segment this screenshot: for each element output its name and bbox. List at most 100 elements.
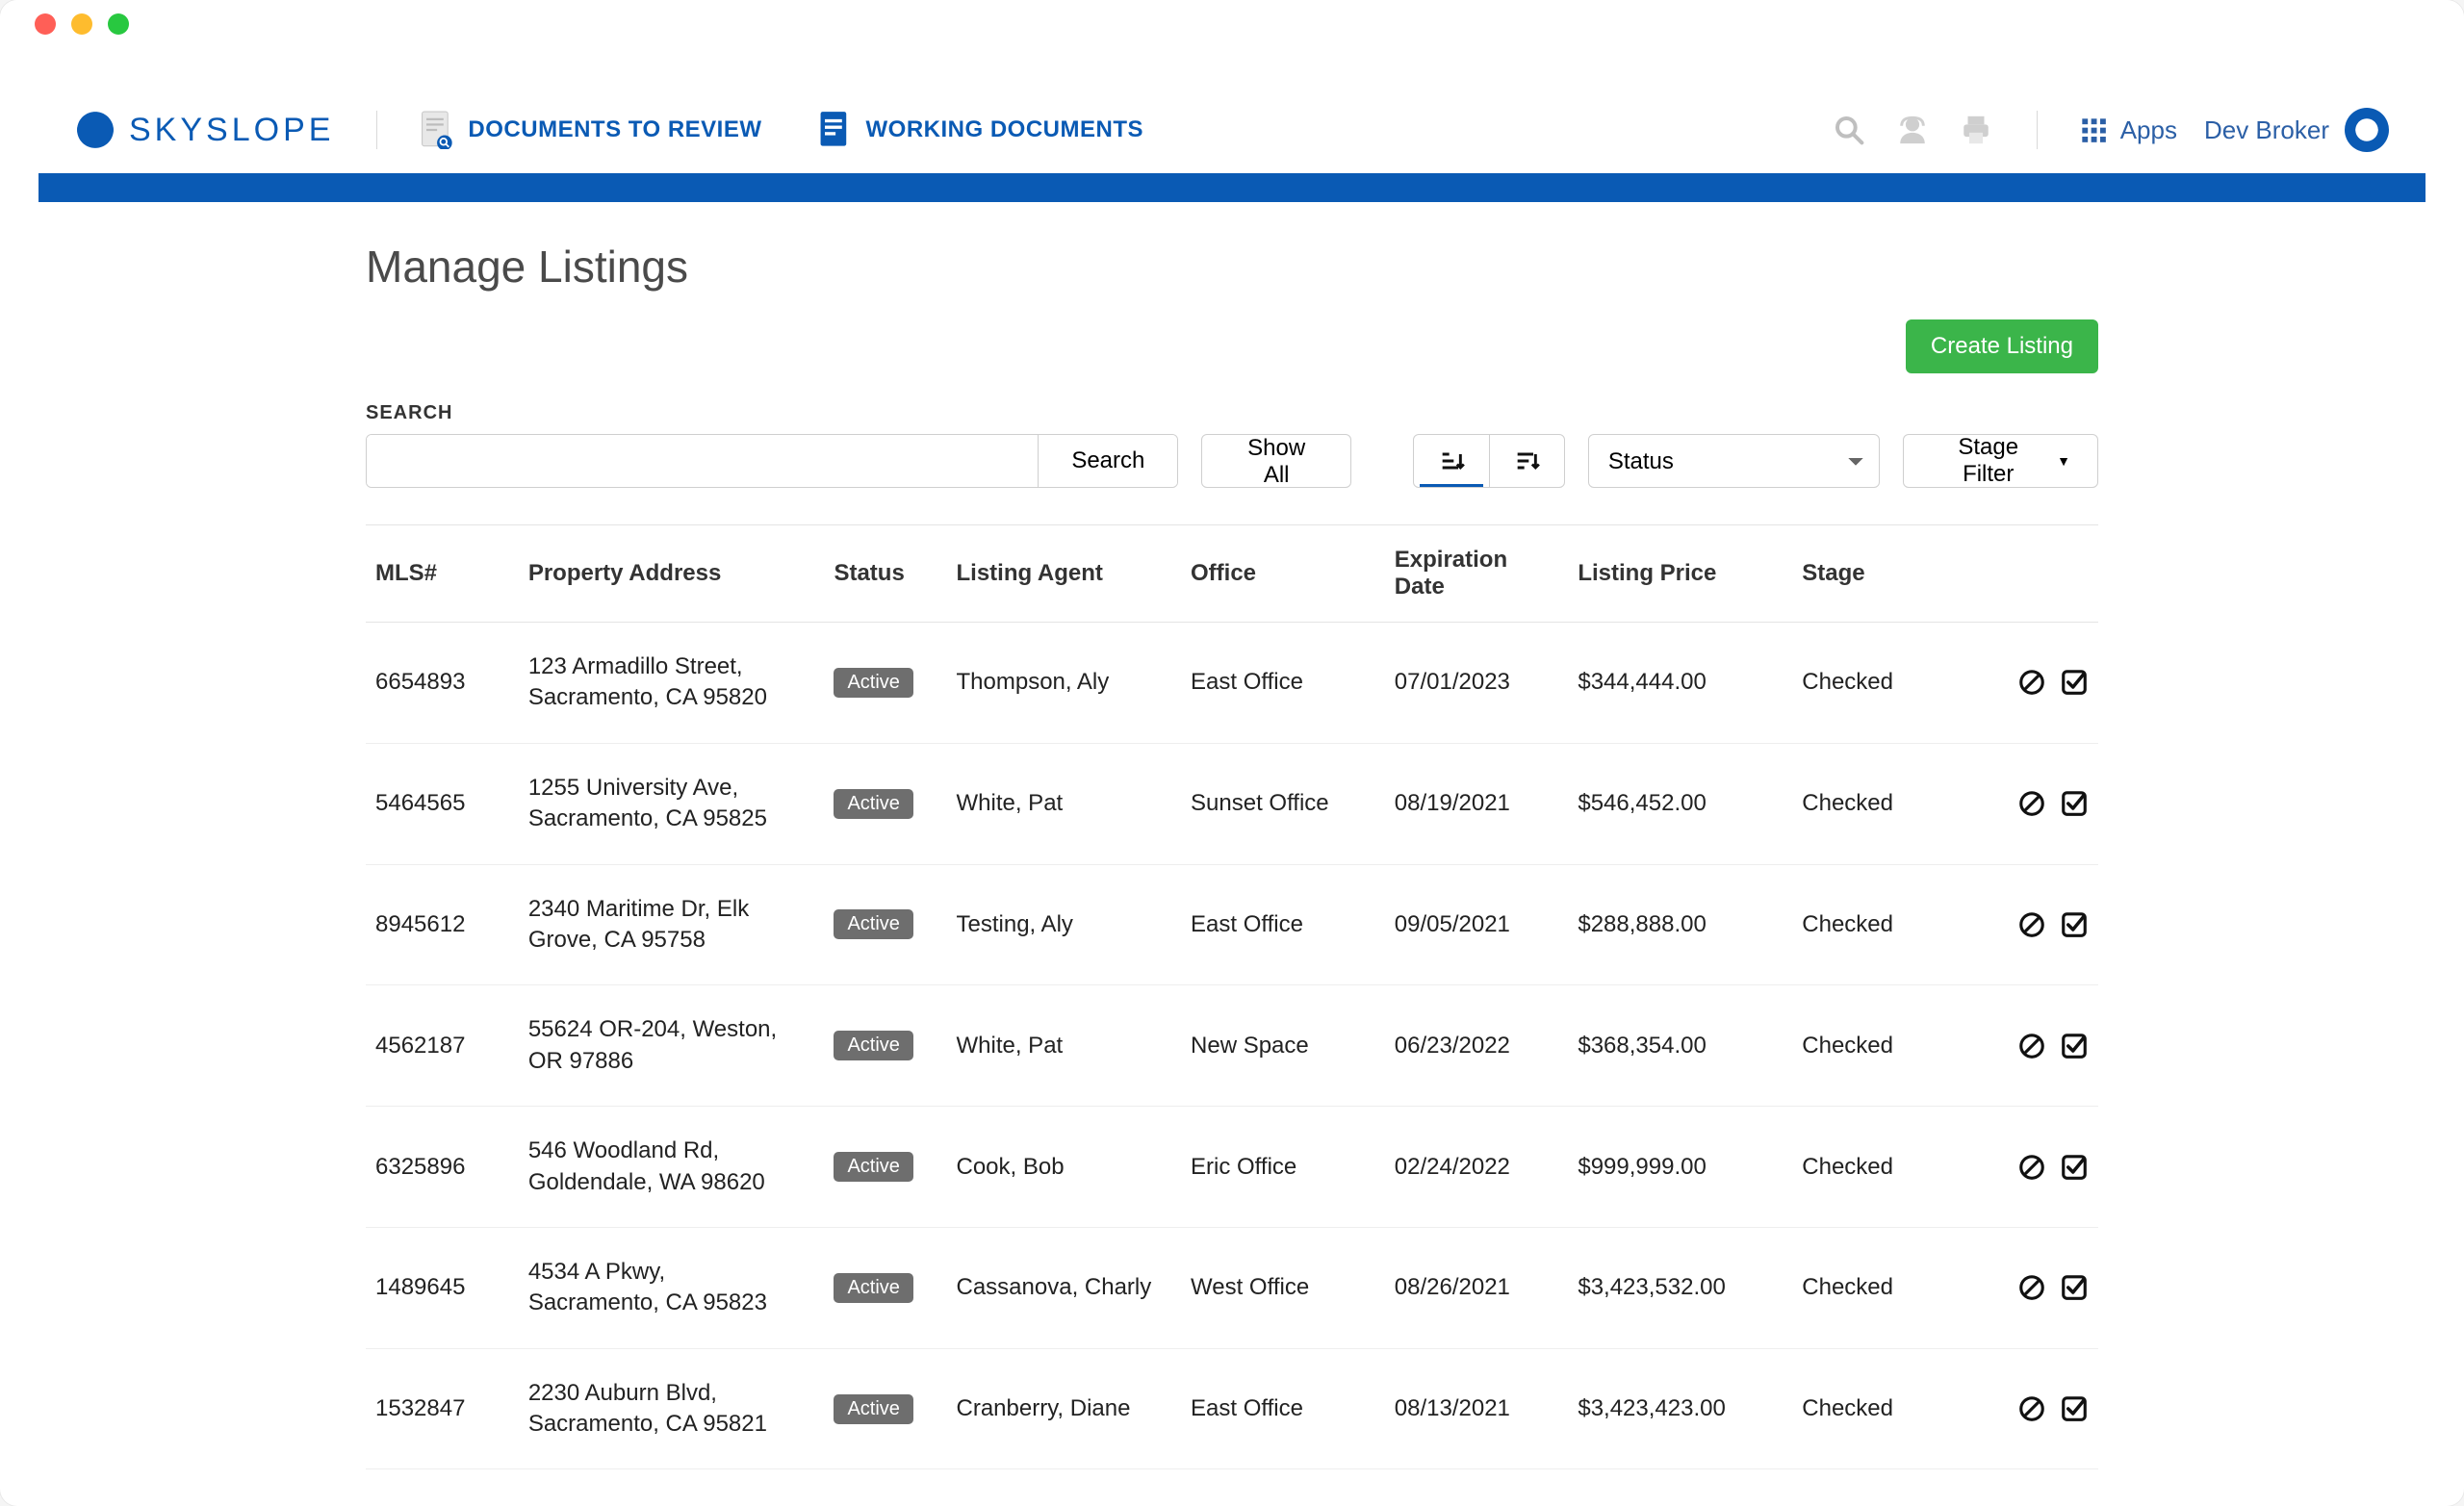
cell-status: Active <box>824 1227 946 1348</box>
cell-agent: White, Pat <box>947 985 1182 1107</box>
brand-logo-icon <box>75 110 116 150</box>
cell-stage: Checked <box>1792 864 1976 985</box>
th-price[interactable]: Listing Price <box>1568 525 1792 623</box>
cancel-icon <box>2017 1394 2046 1423</box>
approve-listing-button[interactable] <box>2060 910 2089 939</box>
nav-working-documents[interactable]: WORKING DOCUMENTS <box>818 111 1143 149</box>
cell-stage: Checked <box>1792 1348 1976 1469</box>
cell-actions <box>1976 623 2098 744</box>
table-row: 6325896 546 Woodland Rd, Goldendale, WA … <box>366 1107 2098 1228</box>
approve-listing-button[interactable] <box>2060 789 2089 818</box>
cell-stage: Checked <box>1792 1227 1976 1348</box>
cell-stage: Checked <box>1792 1469 1976 1487</box>
cell-actions <box>1976 1348 2098 1469</box>
cell-agent: Cook, Bob <box>947 1107 1182 1228</box>
cell-mls: 5464565 <box>366 743 519 864</box>
show-all-button[interactable]: Show All <box>1201 434 1351 488</box>
approve-listing-button[interactable] <box>2060 1273 2089 1302</box>
table-row: 1532847 2230 Auburn Blvd, Sacramento, CA… <box>366 1348 2098 1469</box>
controls-row: Search Show All <box>366 434 2098 488</box>
create-listing-button[interactable]: Create Listing <box>1906 319 2098 373</box>
cell-mls: 4562187 <box>366 985 519 1107</box>
nav-documents-to-review-label: DOCUMENTS TO REVIEW <box>468 116 761 143</box>
cell-agent: Testing, Aly <box>947 864 1182 985</box>
user-name: Dev Broker <box>2204 115 2329 145</box>
sort-desc-button[interactable] <box>1489 435 1564 487</box>
cell-status: Active <box>824 864 946 985</box>
cell-actions <box>1976 1227 2098 1348</box>
cell-status: Active <box>824 1469 946 1487</box>
check-square-icon <box>2060 1273 2089 1302</box>
cancel-listing-button[interactable] <box>2017 668 2046 697</box>
check-square-icon <box>2060 910 2089 939</box>
approve-listing-button[interactable] <box>2060 1153 2089 1182</box>
header-search-icon[interactable] <box>1831 112 1867 148</box>
cancel-listing-button[interactable] <box>2017 1153 2046 1182</box>
sort-asc-button[interactable] <box>1414 435 1489 487</box>
mac-minimize-dot[interactable] <box>71 13 92 35</box>
approve-listing-button[interactable] <box>2060 1032 2089 1060</box>
mac-titlebar <box>0 0 2464 48</box>
user-menu[interactable]: Dev Broker <box>2204 108 2389 152</box>
th-address[interactable]: Property Address <box>519 525 825 623</box>
status-select[interactable]: Status <box>1588 434 1881 488</box>
header-support-icon[interactable] <box>1894 112 1931 148</box>
table-row: 4971246 5462 Carlson Dr, Sacramento, CA … <box>366 1469 2098 1487</box>
cell-stage: Checked <box>1792 1107 1976 1228</box>
nav-documents-to-review[interactable]: DOCUMENTS TO REVIEW <box>420 111 761 149</box>
cancel-listing-button[interactable] <box>2017 910 2046 939</box>
brand-logo[interactable]: SKYSLOPE <box>75 110 334 150</box>
cell-exp: 08/19/2021 <box>1385 743 1569 864</box>
cancel-icon <box>2017 1032 2046 1060</box>
cell-agent: Manning, Sarah <box>947 1469 1182 1487</box>
cancel-listing-button[interactable] <box>2017 1394 2046 1423</box>
app-window: SKYSLOPE DOCUMENTS TO REVIEW <box>0 0 2464 1506</box>
cell-agent: White, Pat <box>947 743 1182 864</box>
table-row: 1489645 4534 A Pkwy, Sacramento, CA 9582… <box>366 1227 2098 1348</box>
th-office[interactable]: Office <box>1181 525 1385 623</box>
cell-exp: 09/05/2021 <box>1385 864 1569 985</box>
cell-agent: Cassanova, Charly <box>947 1227 1182 1348</box>
header-separator-right <box>2037 111 2038 149</box>
th-agent[interactable]: Listing Agent <box>947 525 1182 623</box>
cell-mls: 1532847 <box>366 1348 519 1469</box>
th-expiration[interactable]: Expiration Date <box>1385 525 1569 623</box>
printer-icon <box>1960 114 1992 146</box>
caret-down-icon: ▼ <box>2057 453 2070 469</box>
sort-desc-icon <box>1513 447 1540 474</box>
cancel-icon <box>2017 1273 2046 1302</box>
stage-filter-button[interactable]: Stage Filter ▼ <box>1903 434 2098 488</box>
cell-agent: Thompson, Aly <box>947 623 1182 744</box>
mac-zoom-dot[interactable] <box>108 13 129 35</box>
cancel-listing-button[interactable] <box>2017 789 2046 818</box>
cell-price: $3,423,532.00 <box>1568 1227 1792 1348</box>
th-status[interactable]: Status <box>824 525 946 623</box>
cell-actions <box>1976 864 2098 985</box>
th-mls[interactable]: MLS# <box>366 525 519 623</box>
search-button[interactable]: Search <box>1038 435 1177 487</box>
cell-actions <box>1976 743 2098 864</box>
cancel-listing-button[interactable] <box>2017 1032 2046 1060</box>
cancel-listing-button[interactable] <box>2017 1273 2046 1302</box>
page-content: Manage Listings Create Listing SEARCH Se… <box>38 202 2426 1487</box>
approve-listing-button[interactable] <box>2060 1394 2089 1423</box>
page-title: Manage Listings <box>366 241 2098 293</box>
listings-table: MLS# Property Address Status Listing Age… <box>366 524 2098 1487</box>
cell-price: $3,423,423.00 <box>1568 1348 1792 1469</box>
cell-office: Eric Office <box>1181 1107 1385 1228</box>
table-row: 6654893 123 Armadillo Street, Sacramento… <box>366 623 2098 744</box>
cell-exp: 08/13/2021 <box>1385 1348 1569 1469</box>
th-stage[interactable]: Stage <box>1792 525 1976 623</box>
mac-close-dot[interactable] <box>35 13 56 35</box>
cell-mls: 6325896 <box>366 1107 519 1228</box>
cell-stage: Checked <box>1792 623 1976 744</box>
table-row: 5464565 1255 University Ave, Sacramento,… <box>366 743 2098 864</box>
cancel-icon <box>2017 668 2046 697</box>
check-square-icon <box>2060 1032 2089 1060</box>
apps-menu[interactable]: Apps <box>2080 115 2177 145</box>
cell-office: West Office <box>1181 1227 1385 1348</box>
header-print-icon[interactable] <box>1958 112 1994 148</box>
user-avatar-icon <box>2354 117 2379 142</box>
search-input[interactable] <box>367 435 1038 487</box>
approve-listing-button[interactable] <box>2060 668 2089 697</box>
